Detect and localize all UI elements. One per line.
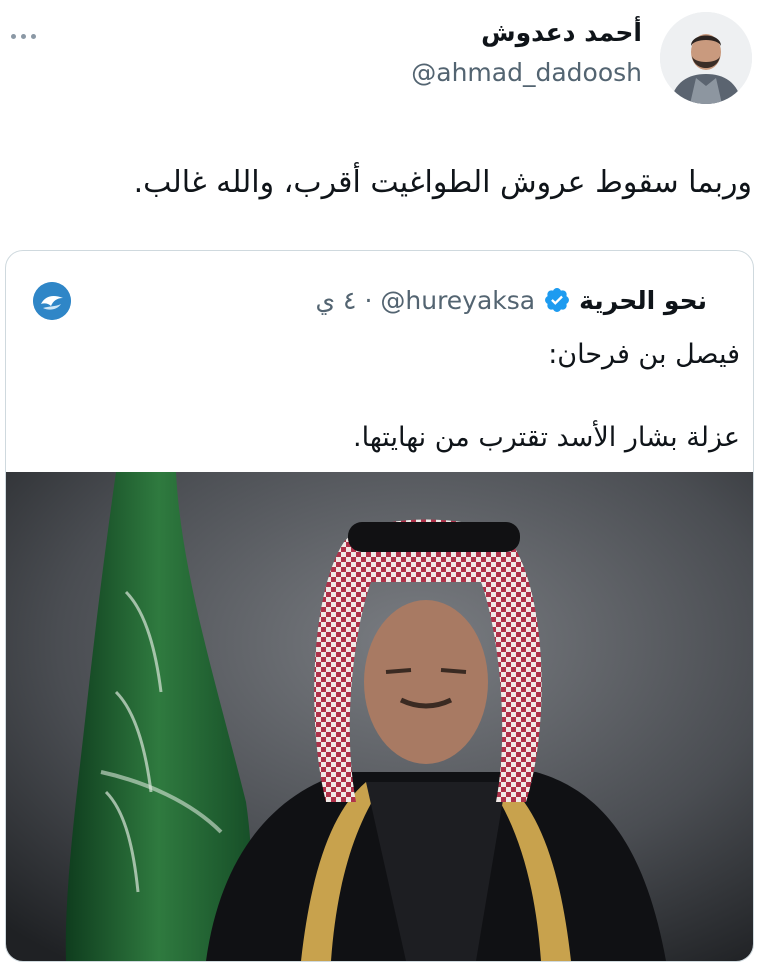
quoted-author-name[interactable]: نحو الحرية bbox=[579, 286, 707, 315]
more-options-icon[interactable] bbox=[6, 26, 40, 46]
tweet-text: وربما سقوط عروش الطواغيت أقرب، والله غال… bbox=[133, 165, 752, 200]
author-handle[interactable]: @ahmad_dadoosh bbox=[411, 58, 642, 87]
quoted-text-line-1: فيصل بن فرحان: bbox=[548, 339, 740, 370]
separator-dot: · bbox=[364, 285, 373, 315]
quoted-tweet-time[interactable]: ٤ ي bbox=[315, 286, 356, 315]
verified-badge-icon bbox=[543, 286, 571, 314]
quoted-text-line-2: عزلة بشار الأسد تقترب من نهايتها. bbox=[353, 422, 740, 453]
quoted-tweet-photo[interactable] bbox=[6, 472, 753, 961]
quoted-author-avatar[interactable] bbox=[33, 282, 71, 320]
author-avatar[interactable] bbox=[660, 12, 752, 104]
author-name[interactable]: أحمد دعدوش bbox=[481, 18, 642, 47]
quoted-author-handle[interactable]: @hureyaksa bbox=[380, 286, 535, 315]
quoted-tweet-header: نحو الحرية @hureyaksa · ٤ ي bbox=[315, 280, 707, 320]
